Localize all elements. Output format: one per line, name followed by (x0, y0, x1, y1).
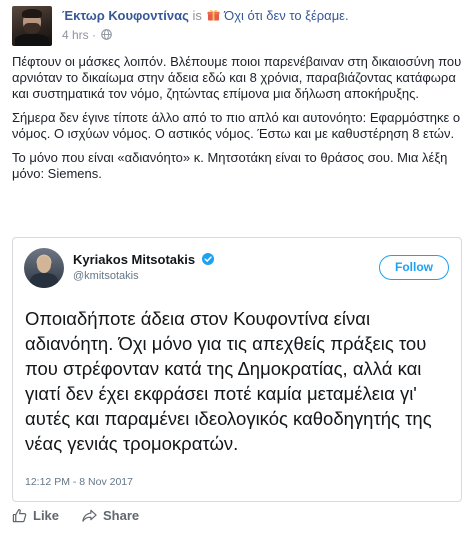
post-body: Πέφτουν οι μάσκες λοιπόν. Βλέπουμε ποιοι… (12, 54, 462, 190)
tweet-author-name[interactable]: Kyriakos Mitsotakis (73, 252, 195, 267)
tweet-author-line: Kyriakos Mitsotakis (73, 252, 214, 267)
tweet-author-handle[interactable]: @kmitsotakis (73, 270, 139, 282)
tweet-author-avatar[interactable] (24, 248, 64, 288)
post-paragraph-3: Το μόνο που είναι «αδιανόητο» κ. Μητσοτά… (12, 150, 448, 181)
follow-button[interactable]: Follow (379, 255, 449, 280)
like-label: Like (33, 508, 60, 523)
facebook-post: Έκτωρ Κουφοντίνας is Όχι ότι δεν το ξέρα… (0, 0, 474, 536)
share-button[interactable]: Share (82, 508, 139, 523)
share-label: Share (103, 508, 140, 523)
post-paragraph-2: Σήμερα δεν έγινε τίποτε άλλο από το πιο … (12, 110, 461, 141)
share-arrow-icon (82, 509, 97, 522)
author-avatar[interactable] (12, 6, 52, 46)
author-line: Έκτωρ Κουφοντίνας is Όχι ότι δεν το ξέρα… (62, 8, 349, 23)
post-header: Έκτωρ Κουφοντίνας is Όχι ότι δεν το ξέρα… (12, 6, 462, 46)
post-paragraph-1: Πέφτουν οι μάσκες λοιπόν. Βλέπουμε ποιοι… (12, 54, 462, 101)
tweet-text: Οποιαδήποτε άδεια στον Κουφοντίνα είναι … (25, 308, 432, 454)
author-name[interactable]: Έκτωρ Κουφοντίνας (62, 8, 189, 23)
gift-emoji-icon (207, 9, 220, 21)
globe-icon[interactable] (101, 29, 113, 40)
tweet-timestamp[interactable]: 12:12 PM - 8 Nov 2017 (25, 476, 133, 488)
like-button[interactable]: Like (12, 508, 59, 523)
verified-badge-icon (201, 253, 214, 265)
feeling-text[interactable]: Όχι ότι δεν το ξέραμε. (224, 8, 348, 23)
post-meta: 4 hrs · (62, 28, 113, 42)
meta-separator: · (92, 28, 97, 42)
is-label: is (192, 8, 202, 23)
embedded-tweet[interactable]: Kyriakos Mitsotakis @kmitsotakis Follow … (12, 237, 462, 502)
thumbs-up-icon (12, 509, 27, 523)
post-time[interactable]: 4 hrs (62, 28, 89, 42)
